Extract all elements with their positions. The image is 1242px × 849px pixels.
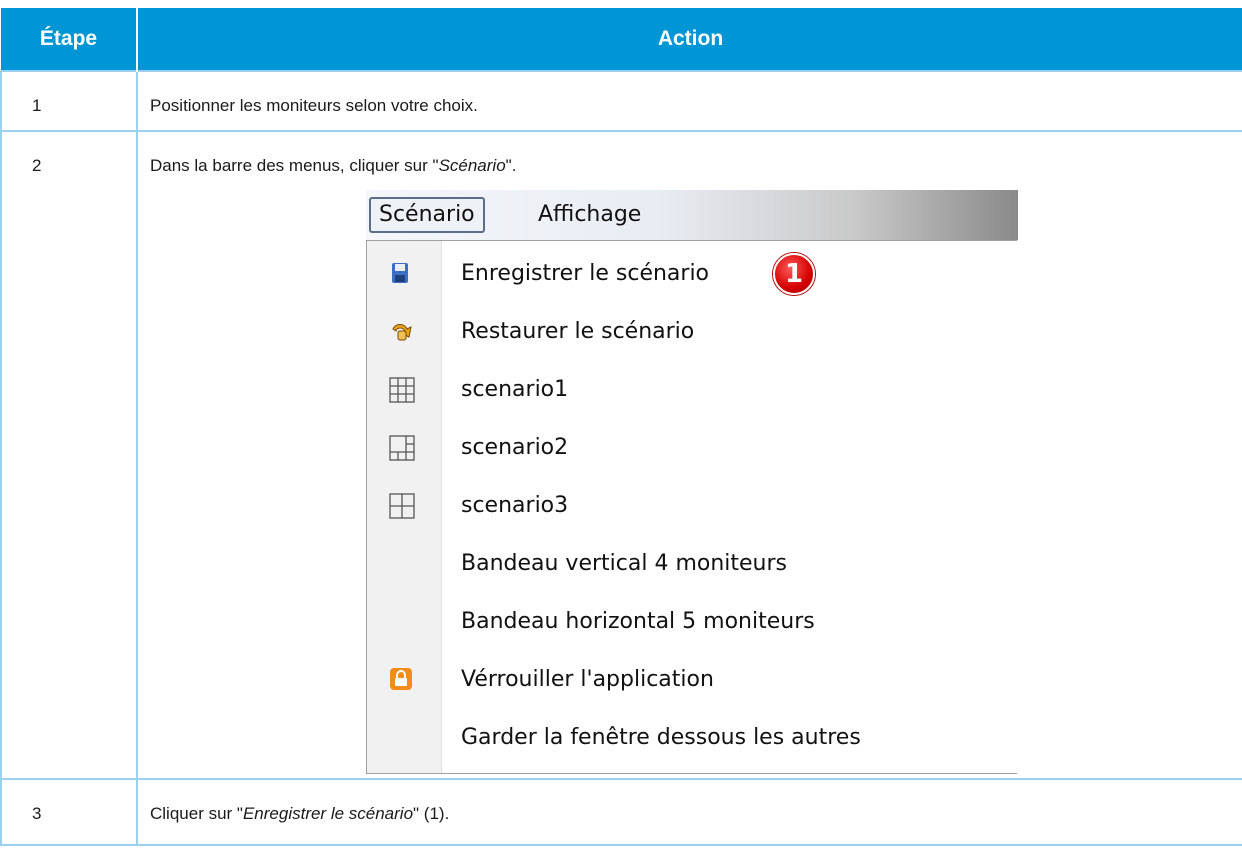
action-emphasis: Enregistrer le scénario [242,804,414,823]
menu-item-label: Bandeau horizontal 5 moniteurs [461,609,815,634]
callout-badge: 1 [773,253,815,295]
step-number: 1 [0,70,137,132]
menu-affichage[interactable]: Affichage [530,198,649,232]
header-action: Action [137,8,1242,71]
menu-scenario[interactable]: Scénario [369,197,485,233]
menu-item-vertical-banner[interactable]: Bandeau vertical 4 moniteurs [367,535,1017,593]
step-number: 3 [0,778,137,846]
menu-item-save-scenario[interactable]: Enregistrer le scénario 1 [367,245,1017,303]
table-row: 1 Positionner les moniteurs selon votre … [0,70,1242,132]
action-text: Positionner les moniteurs selon votre ch… [150,96,478,115]
menu-item-label: scenario3 [461,493,569,518]
step-action: Positionner les moniteurs selon votre ch… [136,70,1242,132]
table-row: 3 Cliquer sur "Enregistrer le scénario" … [0,778,1242,846]
scenario-dropdown: Enregistrer le scénario 1 Restaurer le s… [366,240,1017,774]
lock-icon [389,667,413,691]
action-emphasis: Scénario [438,156,506,175]
menu-item-label: Restaurer le scénario [461,319,695,344]
save-icon [389,261,413,285]
menu-item-label: Enregistrer le scénario [461,261,710,286]
grid-2x2-icon [389,493,415,519]
header-step: Étape [1,8,138,71]
action-text-end: " (1). [413,804,450,823]
menu-item-label: Bandeau vertical 4 moniteurs [461,551,788,576]
menu-item-label: Garder la fenêtre dessous les autres [461,725,861,750]
step-action: Cliquer sur "Enregistrer le scénario" (1… [136,778,1242,846]
menu-item-lock-application[interactable]: Vérrouiller l'application [367,651,1017,709]
grid-layout-2-icon [389,435,415,461]
menu-item-scenario1[interactable]: scenario1 [367,361,1017,419]
action-text: Dans la barre des menus, cliquer sur " [150,156,439,175]
menu-item-restore-scenario[interactable]: Restaurer le scénario [367,303,1017,361]
menu-item-horizontal-banner[interactable]: Bandeau horizontal 5 moniteurs [367,593,1017,651]
menu-item-label: scenario2 [461,435,569,460]
menu-item-keep-window-below[interactable]: Garder la fenêtre dessous les autres [367,709,1017,767]
action-text-end: ". [505,156,517,175]
restore-icon [389,319,413,343]
action-text: Cliquer sur " [150,804,243,823]
menubar: Scénario Affichage [366,190,1018,240]
grid-3x3-icon [389,377,415,403]
menu-item-label: Vérrouiller l'application [461,667,714,692]
menu-item-label: scenario1 [461,377,569,402]
menu-item-scenario2[interactable]: scenario2 [367,419,1017,477]
menu-item-scenario3[interactable]: scenario3 [367,477,1017,535]
menu-screenshot: Scénario Affichage Enregistrer le scénar… [366,190,1018,774]
step-number: 2 [0,130,137,780]
